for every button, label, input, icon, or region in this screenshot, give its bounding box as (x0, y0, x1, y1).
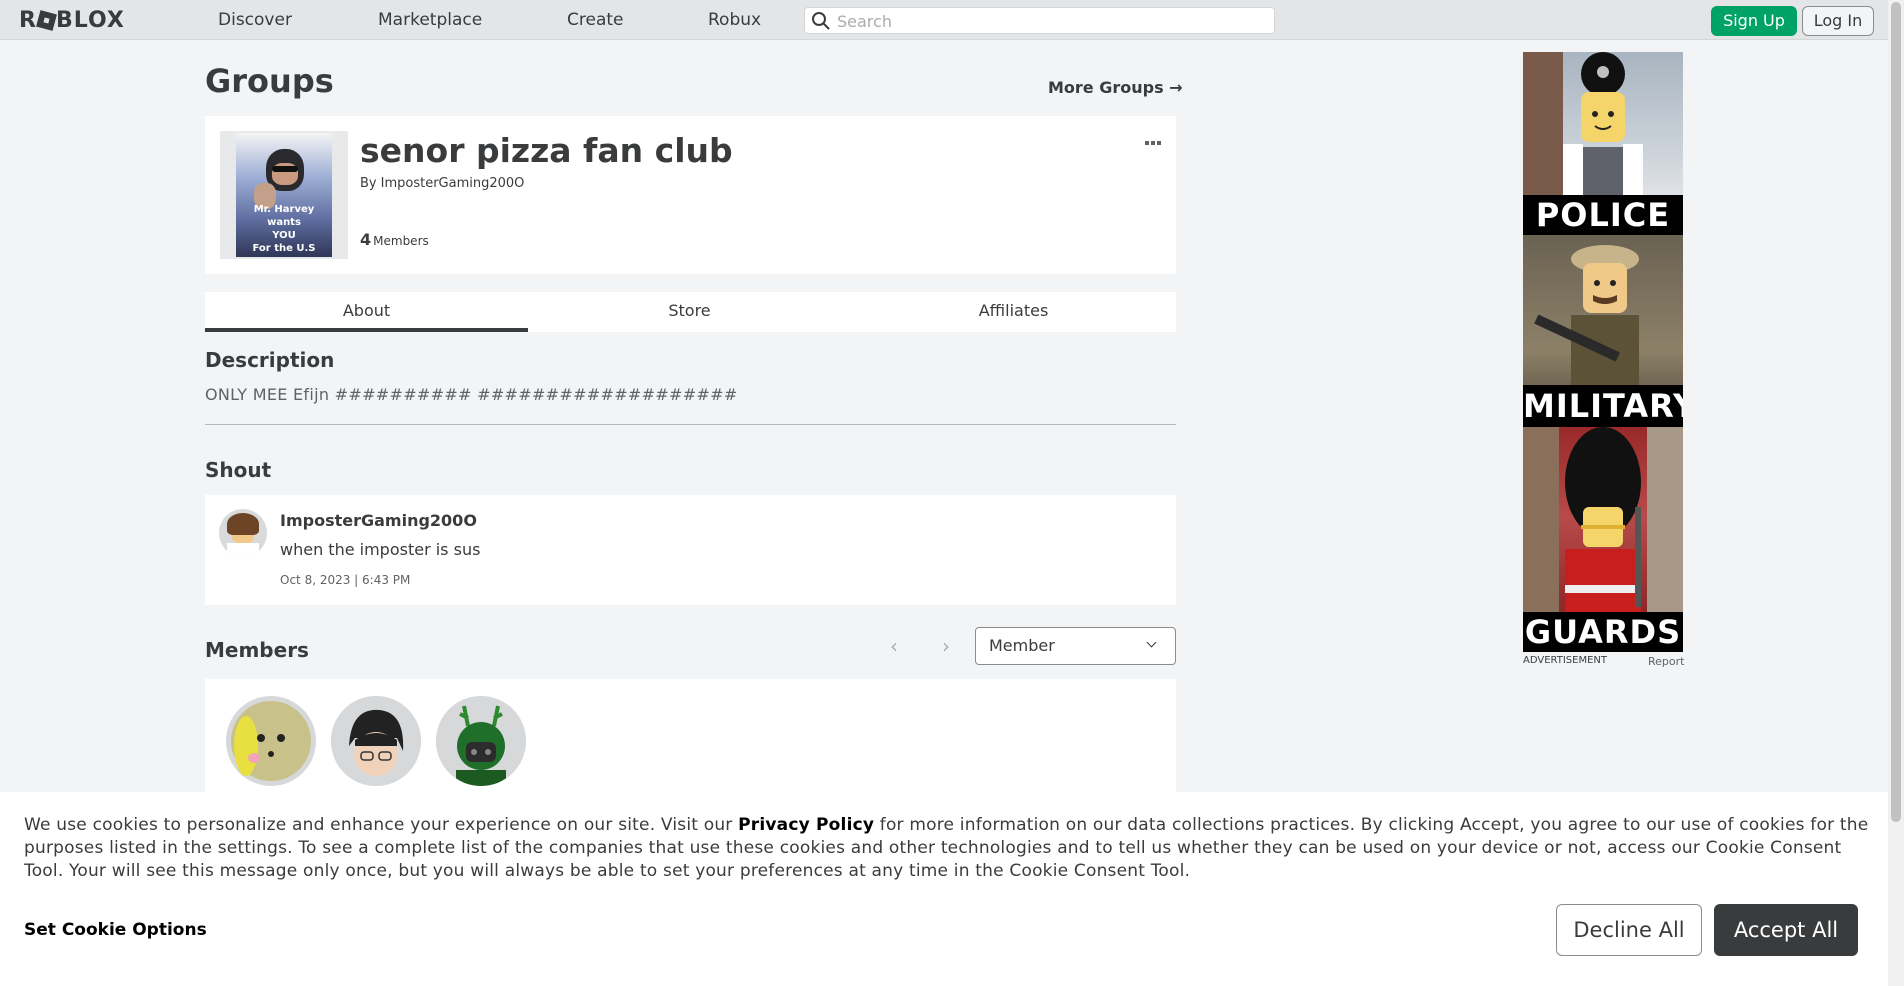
member-avatar[interactable] (331, 696, 421, 786)
tab-about[interactable]: About (205, 292, 528, 332)
advertisement-banner[interactable]: POLICE MILITARY GUARDS (1523, 52, 1683, 652)
nav-discover[interactable]: Discover (218, 10, 292, 30)
privacy-policy-link[interactable]: Privacy Policy (738, 815, 874, 835)
nav-robux[interactable]: Robux (708, 10, 761, 30)
search-icon (812, 12, 830, 30)
shout-username[interactable]: ImposterGaming200O (280, 511, 477, 530)
search-box[interactable] (804, 7, 1275, 34)
nav-marketplace[interactable]: Marketplace (378, 10, 482, 30)
members-heading: Members (205, 638, 309, 662)
ad-guards-panel: GUARDS (1523, 427, 1683, 652)
member-count-value: 4 (360, 230, 372, 249)
report-ad-link[interactable]: Report (1648, 655, 1684, 668)
group-header-card: Mr. Harvey wants YOU For the U.S Army se… (205, 116, 1176, 274)
scrollbar-thumb[interactable] (1891, 2, 1901, 822)
member-avatar[interactable] (436, 696, 526, 786)
members-list (205, 679, 1176, 799)
search-input[interactable] (837, 10, 1267, 32)
description-heading: Description (205, 348, 335, 372)
group-tabs: About Store Affiliates (205, 292, 1176, 332)
more-groups-link[interactable]: More Groups → (1048, 78, 1183, 97)
advertisement-label: ADVERTISEMENT (1523, 655, 1608, 666)
emblem-caption: Mr. Harvey wants YOU For the U.S Army (252, 204, 316, 257)
set-cookie-options-link[interactable]: Set Cookie Options (24, 920, 207, 940)
group-emblem: Mr. Harvey wants YOU For the U.S Army (220, 131, 348, 259)
chevron-down-icon (1146, 637, 1157, 648)
group-owner-line: By ImposterGaming200O (360, 176, 524, 191)
role-select-value: Member (989, 636, 1055, 655)
shout-box: ImposterGaming200O when the imposter is … (205, 495, 1176, 605)
tab-store[interactable]: Store (528, 292, 851, 332)
tab-affiliates[interactable]: Affiliates (851, 292, 1176, 332)
chevron-left-icon[interactable]: ‹ (890, 634, 898, 658)
group-owner-link[interactable]: ImposterGaming200O (381, 176, 525, 191)
sign-up-button[interactable]: Sign Up (1711, 6, 1797, 36)
cookie-banner: We use cookies to personalize and enhanc… (0, 792, 1888, 986)
group-emblem-image: Mr. Harvey wants YOU For the U.S Army (236, 133, 332, 257)
page-title: Groups (205, 62, 334, 100)
more-options-icon[interactable] (1145, 130, 1163, 145)
decline-all-button[interactable]: Decline All (1556, 904, 1702, 956)
roblox-logo[interactable]: R BLOX (19, 8, 125, 33)
group-name: senor pizza fan club (360, 131, 733, 170)
nav-create[interactable]: Create (567, 10, 624, 30)
cookie-message: We use cookies to personalize and enhanc… (24, 815, 1869, 881)
avatar[interactable] (219, 509, 267, 557)
ad-military-panel: MILITARY (1523, 235, 1683, 427)
top-navigation: R BLOX Discover Marketplace Create Robux … (0, 0, 1888, 40)
member-count: 4 Members (360, 230, 429, 249)
shout-message: when the imposter is sus (280, 540, 481, 559)
page-scrollbar[interactable] (1888, 0, 1904, 986)
member-avatar[interactable] (226, 696, 316, 786)
ad-guards-word: GUARDS (1523, 612, 1683, 652)
ad-police-word: POLICE (1523, 195, 1683, 235)
log-in-button[interactable]: Log In (1802, 6, 1874, 36)
ad-military-word: MILITARY (1523, 385, 1683, 427)
shout-timestamp: Oct 8, 2023 | 6:43 PM (280, 573, 411, 587)
description-text: ONLY MEE Efijn ########## ##############… (205, 385, 738, 404)
by-label: By (360, 176, 377, 191)
ad-police-panel: POLICE (1523, 52, 1683, 235)
member-count-label: Members (373, 234, 429, 248)
chevron-right-icon[interactable]: › (942, 634, 950, 658)
role-select[interactable]: Member (975, 627, 1176, 665)
accept-all-button[interactable]: Accept All (1714, 904, 1858, 956)
divider (205, 424, 1176, 425)
shout-heading: Shout (205, 458, 272, 482)
